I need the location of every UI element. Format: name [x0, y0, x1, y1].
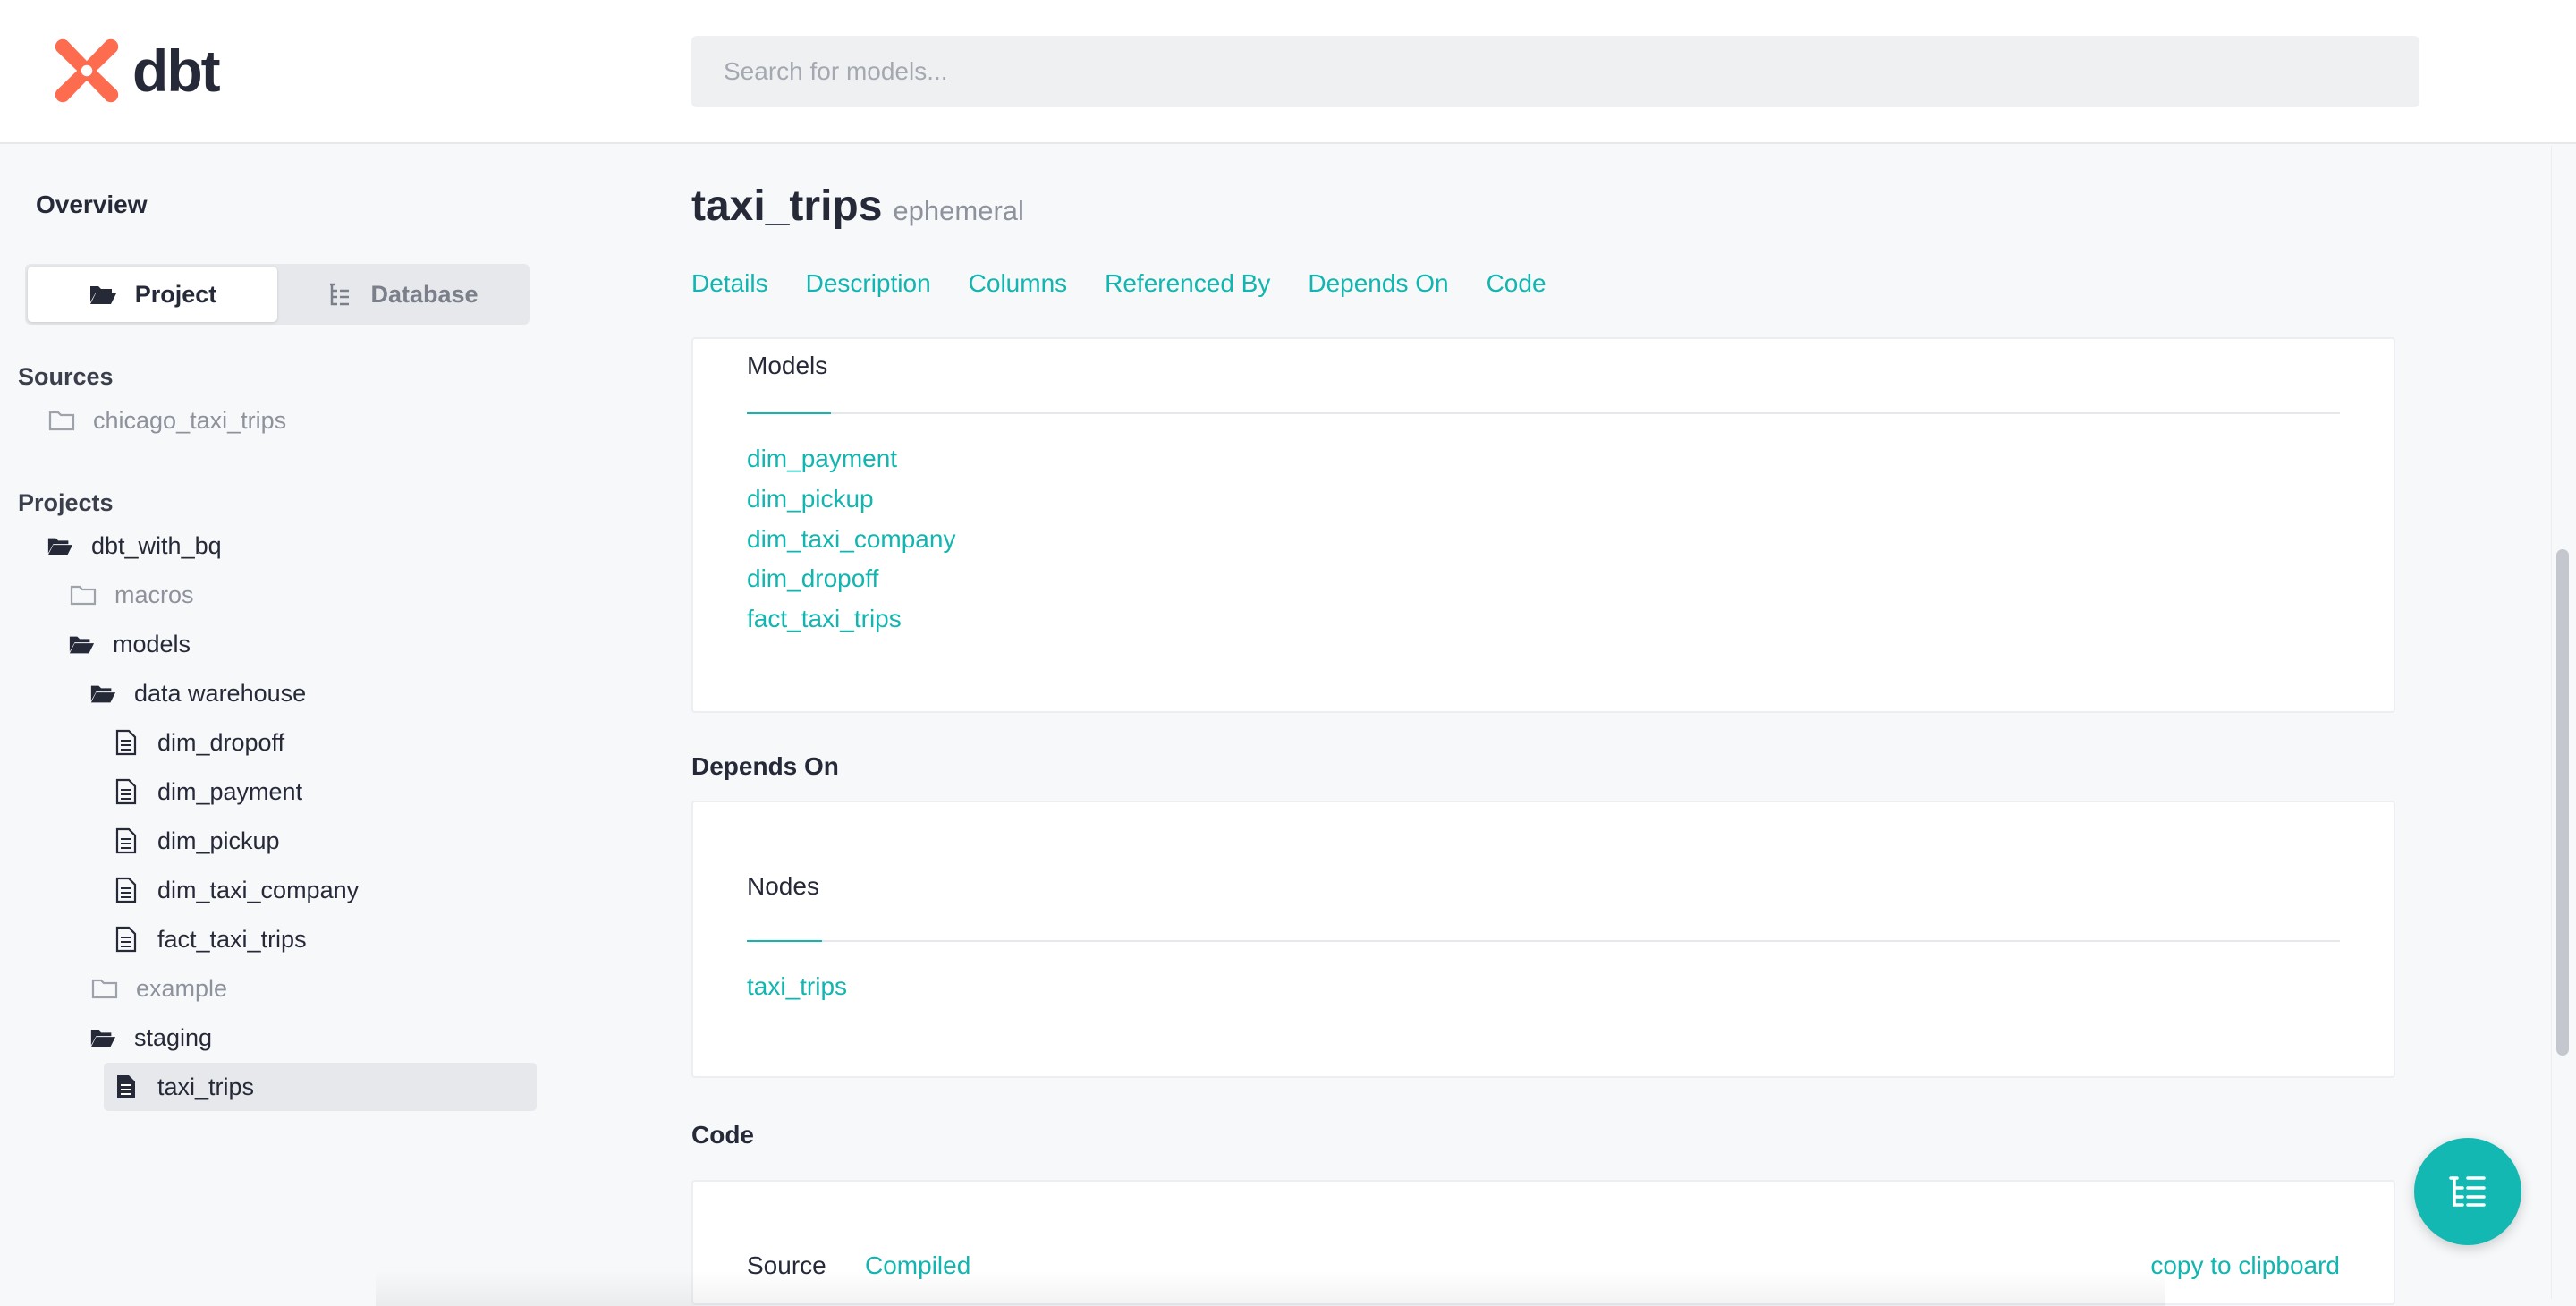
code-heading: Code: [691, 1121, 754, 1149]
tree-folder-dbt-with-bq[interactable]: dbt_with_bq: [47, 522, 222, 570]
file-icon: [113, 729, 140, 756]
tree-label: fact_taxi_trips: [157, 925, 307, 953]
dbt-logo[interactable]: dbt: [52, 36, 221, 106]
tree-label: taxi_trips: [157, 1073, 255, 1100]
folder-open-icon: [89, 680, 116, 707]
model-materialization: ephemeral: [893, 195, 1024, 226]
tree-file-dim-payment[interactable]: dim_payment: [113, 767, 302, 816]
tab-code[interactable]: Code: [1487, 269, 1546, 298]
folder-closed-icon: [91, 975, 118, 1002]
depends-on-card: Nodes taxi_trips: [691, 801, 2395, 1078]
model-name: taxi_trips: [691, 182, 883, 230]
folder-closed-icon: [48, 407, 75, 434]
tree-label: data warehouse: [134, 679, 307, 707]
tab-referenced-by[interactable]: Referenced By: [1105, 269, 1270, 298]
file-icon: [113, 778, 140, 805]
lineage-tree-icon: [2449, 1176, 2486, 1207]
nodes-subtab[interactable]: Nodes: [747, 872, 819, 901]
tree-file-fact-taxi-trips[interactable]: fact_taxi_trips: [113, 915, 307, 963]
tree-file-dim-dropoff[interactable]: dim_dropoff: [113, 718, 284, 767]
subtab-active-indicator: [747, 940, 822, 942]
tab-details[interactable]: Details: [691, 269, 768, 298]
copy-to-clipboard-button[interactable]: copy to clipboard: [2150, 1251, 2340, 1280]
sources-title: Sources: [18, 363, 114, 390]
tree-folder-data-warehouse[interactable]: data warehouse: [89, 669, 306, 717]
model-link-dim-pickup[interactable]: dim_pickup: [747, 485, 874, 513]
search-input[interactable]: [691, 36, 2419, 107]
tree-file-taxi-trips[interactable]: taxi_trips: [104, 1063, 537, 1111]
tab-depends-on[interactable]: Depends On: [1308, 269, 1448, 298]
folder-open-icon: [68, 631, 95, 657]
file-icon: [113, 877, 140, 903]
tree-folder-macros[interactable]: macros: [70, 571, 194, 619]
tree-label: models: [113, 630, 191, 657]
subtab-active-indicator: [747, 412, 831, 414]
subtab-divider: [747, 940, 2340, 942]
tree-label: dim_taxi_company: [157, 876, 360, 903]
overview-link[interactable]: Overview: [36, 191, 148, 219]
subtab-divider: [747, 412, 2340, 414]
tree-label: dbt_with_bq: [91, 531, 222, 559]
folder-closed-icon: [70, 581, 97, 608]
node-link-taxi-trips[interactable]: taxi_trips: [747, 972, 847, 1001]
tree-label: macros: [114, 581, 194, 608]
tree-label: dim_payment: [157, 777, 303, 805]
folder-open-icon: [47, 532, 73, 559]
tree-label: dim_pickup: [157, 827, 280, 854]
tree-file-dim-taxi-company[interactable]: dim_taxi_company: [113, 866, 359, 914]
file-icon: [113, 926, 140, 953]
tab-description[interactable]: Description: [806, 269, 931, 298]
file-filled-icon: [113, 1073, 140, 1100]
database-toggle-label: Database: [370, 280, 479, 308]
file-icon: [113, 827, 140, 854]
main-content: taxi_trips ephemeral Details Description…: [691, 146, 2395, 1305]
source-label: chicago_taxi_trips: [93, 406, 287, 434]
dbt-logo-icon: [55, 38, 119, 103]
lineage-graph-button[interactable]: [2414, 1138, 2521, 1245]
model-link-fact-taxi-trips[interactable]: fact_taxi_trips: [747, 605, 902, 633]
source-item[interactable]: chicago_taxi_trips: [48, 396, 286, 445]
top-header: dbt: [0, 0, 2576, 144]
tree-label: example: [136, 974, 228, 1002]
sidebar: Overview Project Database Sources chicag…: [0, 146, 555, 1299]
model-link-dim-taxi-company[interactable]: dim_taxi_company: [747, 525, 955, 554]
tree-folder-staging[interactable]: staging: [89, 1013, 212, 1062]
scrollbar-thumb[interactable]: [2556, 549, 2569, 1056]
database-tree-icon: [330, 283, 350, 306]
models-subtab[interactable]: Models: [747, 352, 827, 380]
tree-label: dim_dropoff: [157, 728, 285, 756]
model-link-dim-payment[interactable]: dim_payment: [747, 445, 897, 473]
model-link-dim-dropoff[interactable]: dim_dropoff: [747, 564, 878, 593]
section-tabs: Details Description Columns Referenced B…: [691, 269, 1546, 298]
database-toggle-button[interactable]: Database: [277, 267, 527, 322]
projects-title: Projects: [18, 489, 114, 516]
project-toggle-button[interactable]: Project: [28, 267, 277, 322]
logo-text: dbt: [132, 38, 221, 104]
project-database-toggle: Project Database: [25, 264, 530, 325]
tree-label: staging: [134, 1023, 213, 1051]
folder-open-icon: [89, 286, 116, 304]
tab-columns[interactable]: Columns: [969, 269, 1067, 298]
tree-folder-models[interactable]: models: [68, 620, 191, 668]
depends-on-heading: Depends On: [691, 752, 839, 780]
folder-open-icon: [89, 1024, 116, 1051]
project-toggle-label: Project: [134, 280, 217, 308]
model-title-row: taxi_trips ephemeral: [691, 182, 1024, 231]
tree-folder-example[interactable]: example: [91, 964, 227, 1013]
referenced-by-card: Models dim_payment dim_pickup dim_taxi_c…: [691, 337, 2395, 713]
tree-file-dim-pickup[interactable]: dim_pickup: [113, 817, 280, 865]
bottom-fade: [376, 1270, 2165, 1306]
